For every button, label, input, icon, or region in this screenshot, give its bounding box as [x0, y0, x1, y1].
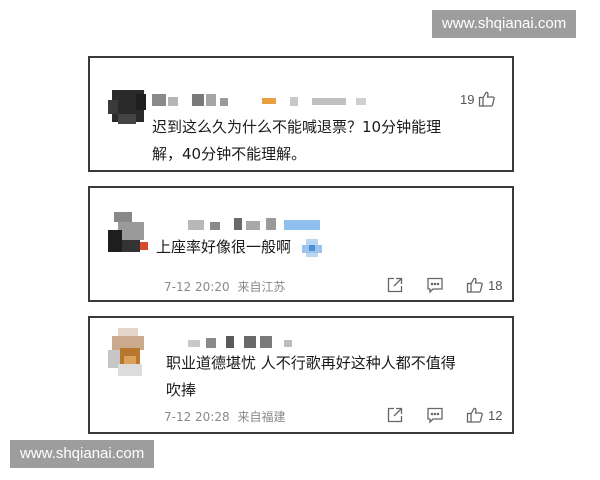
avatar[interactable]	[108, 86, 148, 126]
comment-text: 迟到这么久为什么不能喊退票？10分钟能理 解，40分钟不能理解。	[152, 114, 441, 168]
comment-actions: 12	[386, 406, 502, 424]
comment-card: 上座率好像很一般啊 7-12 20:20 来自江苏 18	[88, 186, 514, 302]
like-button[interactable]: 19	[460, 90, 496, 108]
comment-meta: 7-12 20:20 来自江苏	[164, 278, 285, 295]
comment-line: 吹捧	[166, 381, 197, 399]
watermark-bottom: www.shqianai.com	[10, 440, 155, 468]
mosaic-emoji	[300, 237, 324, 259]
comment-icon[interactable]	[426, 276, 444, 294]
share-icon[interactable]	[386, 276, 404, 294]
timestamp: 7-12 20:28	[164, 410, 230, 424]
like-button[interactable]: 12	[466, 406, 502, 424]
location: 来自福建	[237, 410, 286, 424]
comment-icon[interactable]	[426, 406, 444, 424]
timestamp: 7-12 20:20	[164, 280, 230, 294]
share-icon[interactable]	[386, 406, 404, 424]
comment-text: 上座率好像很一般啊	[156, 234, 324, 261]
username-redacted[interactable]	[152, 94, 382, 106]
location: 来自江苏	[237, 280, 286, 294]
avatar[interactable]	[108, 212, 150, 256]
comment-card: 职业道德堪忧 人不行歌再好这种人都不值得 吹捧 7-12 20:28 来自福建 …	[88, 316, 514, 434]
like-count: 18	[488, 277, 503, 293]
watermark-top: www.shqianai.com	[432, 10, 577, 38]
comment-card: 19 迟到这么久为什么不能喊退票？10分钟能理 解，40分钟不能理解。	[88, 56, 514, 172]
like-button[interactable]: 18	[466, 276, 502, 294]
comment-line: 迟到这么久为什么不能喊退票？10分钟能理	[152, 118, 442, 136]
like-count: 19	[460, 91, 475, 107]
avatar[interactable]	[108, 328, 148, 378]
comment-text: 职业道德堪忧 人不行歌再好这种人都不值得 吹捧	[166, 350, 456, 404]
username-redacted[interactable]	[188, 336, 298, 348]
thumbs-up-icon	[466, 406, 484, 424]
like-count: 12	[488, 407, 503, 423]
comment-actions: 18	[386, 276, 502, 294]
comment-line: 解，40分钟不能理解。	[152, 145, 307, 163]
comment-line: 职业道德堪忧 人不行歌再好这种人都不值得	[166, 354, 456, 372]
thumbs-up-icon	[466, 276, 484, 294]
thumbs-up-icon	[478, 90, 496, 108]
username-redacted[interactable]	[188, 218, 328, 230]
comment-line: 上座率好像很一般啊	[156, 238, 292, 256]
comment-meta: 7-12 20:28 来自福建	[164, 408, 285, 425]
